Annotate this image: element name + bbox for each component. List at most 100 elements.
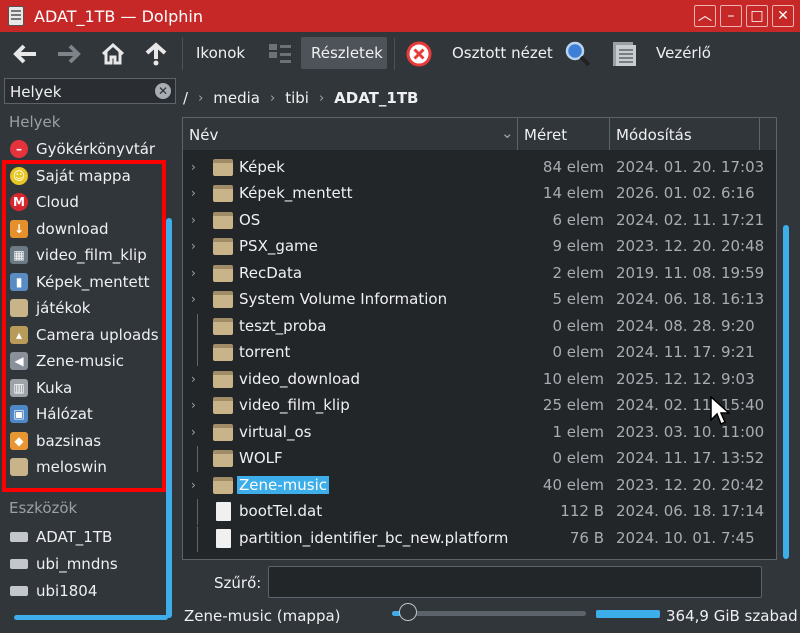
expand-chevron-icon[interactable]: › xyxy=(191,425,196,439)
close-icon: ✕ xyxy=(777,8,789,24)
column-header-modified[interactable]: Módosítás xyxy=(610,118,760,150)
expand-chevron-icon[interactable]: › xyxy=(191,372,196,386)
back-button[interactable] xyxy=(10,38,42,70)
breadcrumb: / › media › tibi › ADAT_1TB xyxy=(183,84,429,112)
expand-chevron-icon[interactable]: › xyxy=(191,186,196,200)
title-bar[interactable]: ADAT_1TB — Dolphin ︿ – □ ✕ xyxy=(0,0,800,32)
column-header-size[interactable]: Méret xyxy=(518,118,610,150)
file-modified: 2023. 12. 20. 20:48 xyxy=(616,237,765,255)
file-size: 84 elem xyxy=(542,157,604,176)
zoom-slider[interactable] xyxy=(392,611,586,616)
file-row[interactable]: › virtual_os 1 elem 2023. 03. 10. 11:00 xyxy=(183,420,768,446)
expand-chevron-icon[interactable]: › xyxy=(191,478,196,492)
sidebar-horizontal-scrollbar[interactable] xyxy=(14,615,168,620)
minimize-icon: – xyxy=(727,8,735,24)
folder-icon xyxy=(213,264,233,282)
expand-chevron-icon[interactable]: › xyxy=(191,398,196,412)
file-row[interactable]: › video_download 10 elem 2025. 12. 12. 9:03 xyxy=(183,367,768,393)
file-row[interactable]: › Zene-music 40 elem 2023. 12. 20. 20:42 xyxy=(183,473,768,499)
folder-icon xyxy=(213,211,233,229)
sidebar-vertical-scrollbar[interactable] xyxy=(166,218,172,618)
file-name: partition_identifier_bc_new.platform xyxy=(239,528,509,547)
folder-icon xyxy=(213,450,233,467)
control-menu-icon-button[interactable] xyxy=(608,38,640,70)
details-view-label: Részletek xyxy=(311,44,383,62)
file-modified: 2024. 02. 11. 17:21 xyxy=(616,210,765,229)
home-button[interactable] xyxy=(97,38,129,70)
minimize-button[interactable]: – xyxy=(720,5,742,27)
file-name: Képek_mentett xyxy=(239,184,353,202)
file-modified: 2024. 10. 01. 7:45 xyxy=(616,528,755,547)
toolbar: Ikonok Részletek Osztott nézet Vezérlő xyxy=(0,32,800,76)
file-row[interactable]: teszt_proba 0 elem 2024. 08. 28. 9:20 xyxy=(183,313,768,340)
breadcrumb-media[interactable]: media xyxy=(213,89,260,107)
folder-icon xyxy=(213,158,233,176)
free-space-bar[interactable] xyxy=(596,610,660,618)
places-panel: Helyek ✕ Helyek – Gyökérkönyvtár ☺ Saját ma… xyxy=(0,78,178,633)
folder-icon xyxy=(213,238,233,255)
places-section-heading: Helyek xyxy=(9,113,61,131)
device-item-label: ADAT_1TB xyxy=(36,528,113,546)
file-name: Zene-music xyxy=(237,475,330,494)
file-row[interactable]: › RecData 2 elem 2019. 11. 08. 19:59 xyxy=(183,261,768,287)
maximize-button[interactable]: □ xyxy=(746,5,768,27)
file-list-view[interactable]: ›játékok32 elem2023. 03. 16. 20:42›Képek… xyxy=(182,117,777,560)
expand-chevron-icon[interactable]: › xyxy=(191,266,196,280)
file-row[interactable]: › video_film_klip 25 elem 2024. 02. 11. 15:… xyxy=(183,393,768,419)
file-name: virtual_os xyxy=(239,422,312,441)
close-window-button[interactable]: ✕ xyxy=(772,5,794,27)
up-button[interactable] xyxy=(140,38,172,70)
file-row[interactable]: › Képek 84 elem 2024. 01. 20. 17:03 xyxy=(183,155,768,181)
file-row[interactable]: WOLF 0 elem 2024. 11. 17. 13:52 xyxy=(183,446,768,472)
toolbar-separator xyxy=(394,38,395,70)
file-row[interactable]: torrent 0 elem 2024. 11. 17. 9:21 xyxy=(183,340,768,366)
file-row[interactable]: bootTel.dat 112 B 2024. 06. 18. 17:14 xyxy=(183,499,768,525)
file-icon xyxy=(216,502,231,521)
column-header-name[interactable]: Név ⌄ xyxy=(183,118,518,150)
file-size: 5 elem xyxy=(552,290,604,308)
file-row[interactable]: partition_identifier_bc_new.platform 76 B… xyxy=(183,525,768,552)
filter-input[interactable] xyxy=(268,566,762,598)
expand-chevron-icon[interactable]: › xyxy=(191,213,196,227)
file-list-scrollbar[interactable] xyxy=(783,225,789,559)
stop-button[interactable] xyxy=(403,38,435,70)
file-row[interactable]: › PSX_game 9 elem 2023. 12. 20. 20:48 xyxy=(183,234,768,260)
device-item-adat-1tb[interactable]: ADAT_1TB xyxy=(10,524,112,550)
device-item-ubi-mndns[interactable]: ubi_mndns xyxy=(10,551,118,577)
file-modified: 2024. 08. 28. 9:20 xyxy=(616,316,755,335)
file-modified: 2024. 06. 18. 16:13 xyxy=(616,290,765,308)
forward-button[interactable] xyxy=(52,38,84,70)
mouse-cursor-icon xyxy=(710,396,730,426)
free-space-fill xyxy=(596,610,657,618)
expand-chevron-icon[interactable]: › xyxy=(191,292,196,306)
toolbar-separator xyxy=(182,38,183,70)
expand-chevron-icon[interactable]: › xyxy=(191,239,196,253)
zoom-slider-handle[interactable] xyxy=(398,603,417,621)
icons-view-button[interactable]: Ikonok xyxy=(196,44,245,62)
expand-chevron-icon[interactable]: › xyxy=(191,160,196,174)
device-item-ubi1804[interactable]: ubi1804 xyxy=(10,578,97,604)
search-button[interactable] xyxy=(562,38,594,70)
file-size: 0 elem xyxy=(552,449,604,467)
sidebar-item-gy-k-rk-nyvt-r[interactable]: – Gyökérkönyvtár xyxy=(10,136,155,162)
compact-view-button[interactable] xyxy=(264,38,296,70)
file-modified: 2024. 11. 17. 9:21 xyxy=(616,343,755,361)
file-size: 9 elem xyxy=(552,237,604,255)
compact-view-icon xyxy=(269,44,291,63)
keep-above-button[interactable]: ︿ xyxy=(694,5,716,27)
file-row[interactable]: › System Volume Information 5 elem 2024. 06… xyxy=(183,287,768,313)
breadcrumb-root[interactable]: / xyxy=(183,89,188,107)
close-panel-button[interactable]: ✕ xyxy=(155,83,171,99)
chevron-down-icon: ⌄ xyxy=(501,124,514,142)
file-name: video_download xyxy=(239,369,361,388)
file-row[interactable]: › OS 6 elem 2024. 02. 11. 17:21 xyxy=(183,208,768,234)
file-size: 10 elem xyxy=(542,369,604,388)
device-item-label: ubi_mndns xyxy=(36,555,118,573)
file-row[interactable]: › Képek_mentett 14 elem 2026. 01. 02. 6:16 xyxy=(183,181,768,207)
breadcrumb-tibi[interactable]: tibi xyxy=(285,89,309,107)
file-name: video_film_klip xyxy=(239,396,350,414)
split-view-button[interactable]: Osztott nézet xyxy=(452,44,553,62)
breadcrumb-current[interactable]: ADAT_1TB xyxy=(334,89,418,107)
details-view-button[interactable]: Részletek xyxy=(301,37,387,69)
control-menu-button[interactable]: Vezérlő xyxy=(656,44,711,62)
